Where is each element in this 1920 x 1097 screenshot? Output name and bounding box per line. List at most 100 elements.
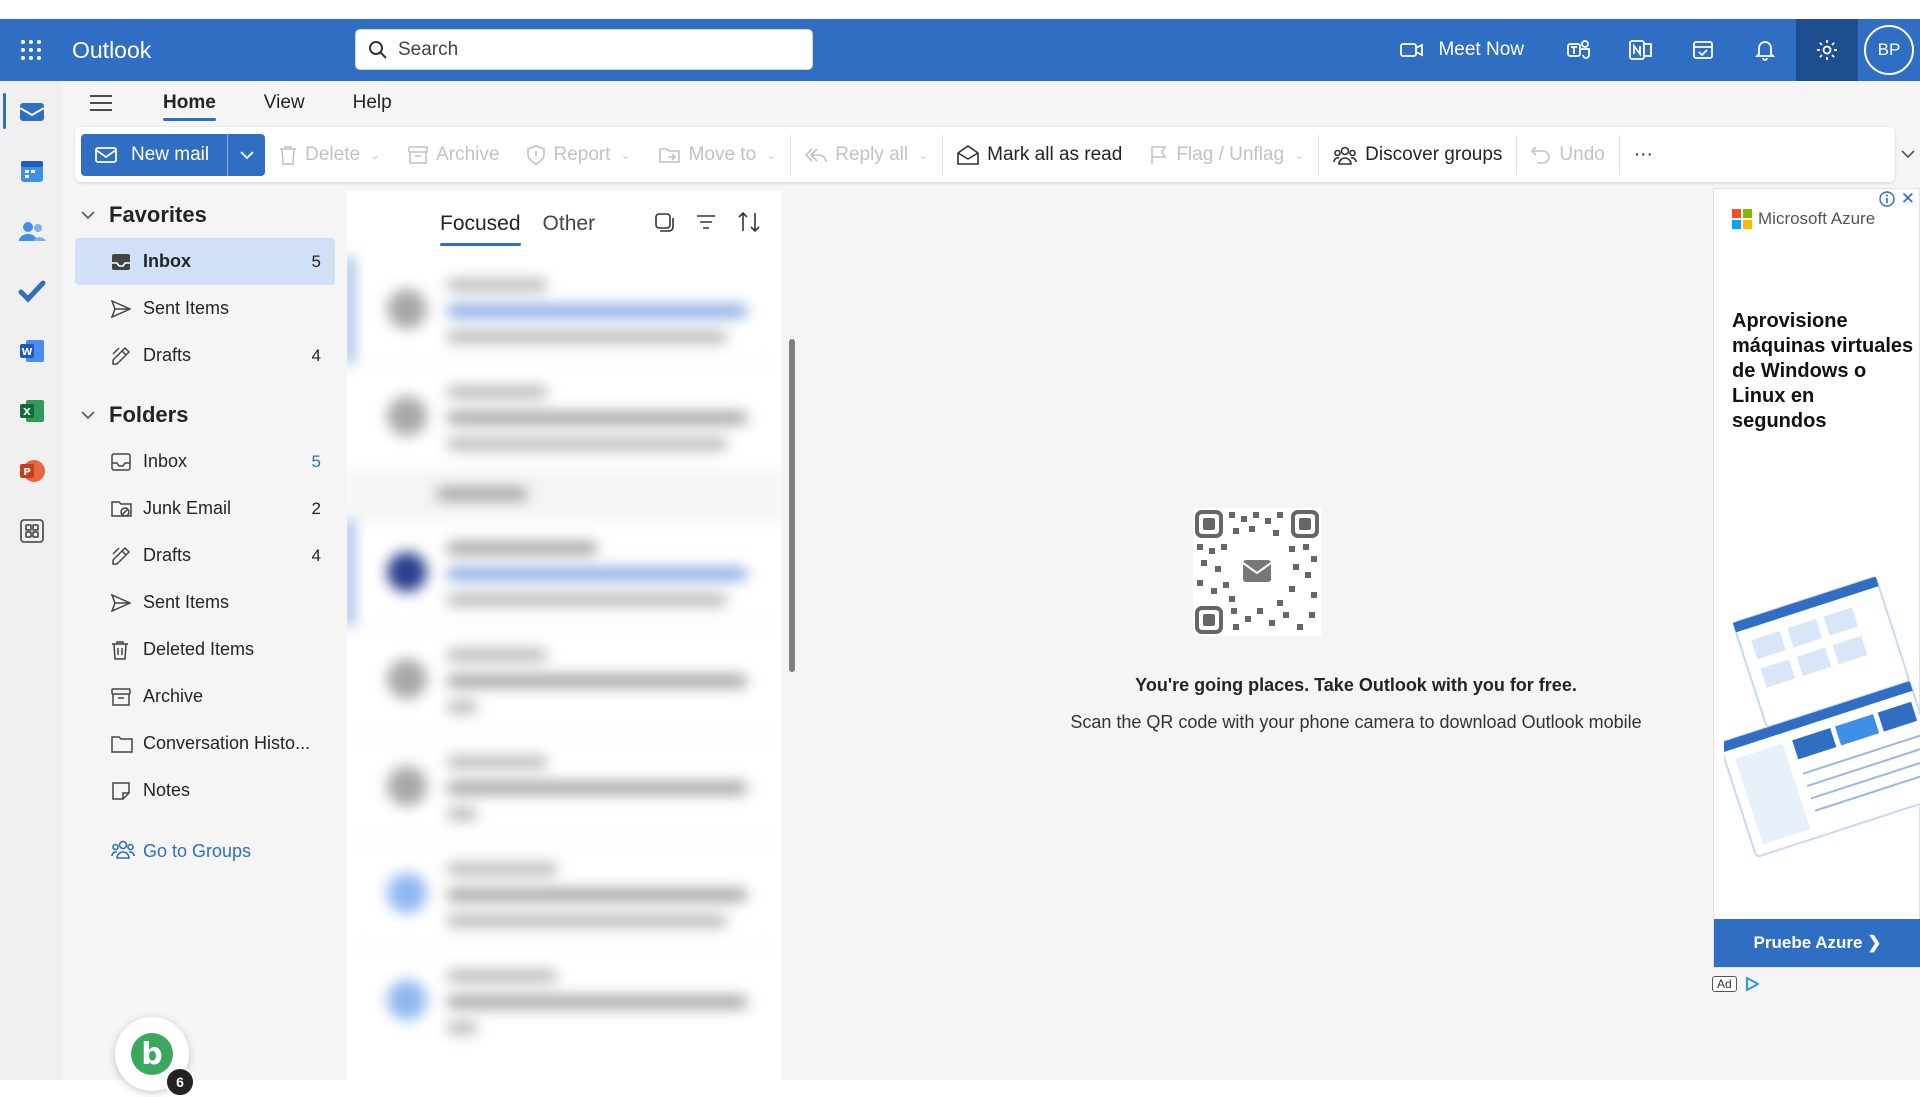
folder-item-sent-items[interactable]: Sent Items: [75, 579, 335, 626]
new-mail-button[interactable]: New mail: [81, 133, 228, 176]
notifications-button[interactable]: [1734, 19, 1796, 81]
sender-avatar: [387, 552, 427, 592]
folder-item-archive[interactable]: Archive: [75, 673, 335, 720]
people-app-icon: [18, 222, 46, 241]
list-item[interactable]: [347, 841, 781, 947]
item-count: 4: [311, 545, 321, 565]
search-icon: [369, 40, 387, 59]
drafts-icon: [112, 546, 131, 565]
select-mode-icon[interactable]: [653, 211, 675, 233]
chevron-down-icon: [1901, 150, 1915, 159]
chevron-down-icon: ⌄: [766, 147, 777, 162]
favorites-header[interactable]: Favorites: [75, 191, 335, 238]
go-to-groups-link[interactable]: Go to Groups: [75, 828, 335, 875]
teams-button[interactable]: [1548, 19, 1610, 81]
my-day-button[interactable]: [1672, 19, 1734, 81]
onenote-button[interactable]: [1610, 19, 1672, 81]
favorites-item-label: Sent Items: [143, 298, 230, 318]
qr-code-image: [1193, 508, 1321, 636]
rail-more-apps[interactable]: [0, 501, 63, 561]
list-item[interactable]: [347, 520, 781, 626]
folder-item-label: Archive: [143, 686, 204, 706]
list-item[interactable]: [347, 734, 781, 840]
list-item[interactable]: [347, 257, 781, 363]
more-actions-button[interactable]: ···: [1620, 134, 1667, 176]
delete-label: Delete: [305, 143, 361, 165]
folder-item-notes[interactable]: Notes: [75, 767, 335, 814]
folder-item-drafts[interactable]: Drafts 4: [75, 532, 335, 579]
settings-button[interactable]: [1796, 19, 1858, 81]
svg-text:W: W: [21, 347, 32, 358]
notes-icon: [112, 781, 130, 800]
app-title[interactable]: Outlook: [72, 37, 355, 64]
delete-button[interactable]: Delete ⌄: [265, 134, 394, 176]
folder-item-deleted-items[interactable]: Deleted Items: [75, 626, 335, 673]
folder-item-inbox[interactable]: Inbox 5: [75, 438, 335, 485]
tab-home[interactable]: Home: [139, 81, 240, 125]
sender-avatar: [387, 980, 427, 1020]
go-to-groups-label: Go to Groups: [143, 841, 252, 861]
favorites-item-inbox[interactable]: Inbox 5: [75, 238, 335, 285]
search-box[interactable]: [355, 29, 813, 70]
unread-count: 5: [311, 451, 321, 471]
list-item[interactable]: [347, 948, 781, 1054]
archive-button[interactable]: Archive: [394, 134, 513, 176]
mark-all-read-button[interactable]: Mark all as read: [943, 134, 1136, 176]
archive-icon: [111, 687, 131, 706]
ribbon-collapse-button[interactable]: [1901, 145, 1915, 163]
chevron-down-icon: [81, 410, 95, 419]
folder-item-label: Conversation Histo...: [143, 733, 311, 753]
rail-calendar[interactable]: [0, 141, 63, 201]
search-input[interactable]: [398, 38, 798, 61]
nav-toggle-button[interactable]: [63, 81, 139, 125]
ribbon-tabs: Home View Help: [63, 81, 416, 125]
report-button[interactable]: Report ⌄: [513, 134, 644, 176]
flag-unflag-button[interactable]: Flag / Unflag ⌄: [1136, 134, 1318, 176]
svg-text:b: b: [141, 1037, 162, 1072]
rail-word[interactable]: W: [0, 321, 63, 381]
app-launcher-button[interactable]: [0, 19, 62, 81]
tab-view[interactable]: View: [240, 81, 329, 125]
gear-icon: [1817, 40, 1837, 60]
sort-icon[interactable]: [737, 211, 761, 233]
reply-all-label: Reply all: [835, 143, 909, 165]
favorites-item-sent-items[interactable]: Sent Items: [75, 285, 335, 332]
trash-icon: [112, 640, 128, 660]
meet-now-button[interactable]: Meet Now: [1376, 19, 1548, 81]
list-item[interactable]: [347, 627, 781, 733]
message-list-scrollbar[interactable]: [789, 339, 795, 672]
tab-other[interactable]: Other: [543, 212, 596, 236]
filter-icon[interactable]: [695, 211, 717, 233]
sender-avatar: [387, 396, 427, 436]
new-mail-dropdown[interactable]: [227, 133, 266, 176]
flag-icon: [1151, 145, 1167, 164]
move-to-button[interactable]: Move to ⌄: [645, 134, 791, 176]
folder-item-label: Drafts: [143, 545, 192, 565]
reply-all-button[interactable]: Reply all ⌄: [791, 134, 942, 176]
ad-cta-button[interactable]: Pruebe Azure ❯: [1714, 919, 1920, 967]
close-icon[interactable]: ✕: [1901, 189, 1915, 209]
ad-choices[interactable]: Ad: [1712, 976, 1759, 992]
account-button[interactable]: BP: [1858, 19, 1920, 81]
rail-powerpoint[interactable]: P: [0, 441, 63, 501]
inbox-icon: [112, 253, 130, 270]
rail-todo[interactable]: [0, 261, 63, 321]
ad-banner[interactable]: ✕ Microsoft Azure Aprovisione máquinas v…: [1713, 188, 1920, 968]
folder-item-junk-email[interactable]: Junk Email 2: [75, 485, 335, 532]
unread-count: 5: [311, 251, 321, 271]
new-mail-label: New mail: [131, 143, 210, 165]
rail-mail[interactable]: [0, 81, 63, 141]
flag-unflag-label: Flag / Unflag: [1176, 143, 1285, 165]
rail-excel[interactable]: X: [0, 381, 63, 441]
favorites-item-drafts[interactable]: Drafts 4: [75, 332, 335, 379]
tab-focused[interactable]: Focused: [440, 212, 521, 246]
list-item[interactable]: [347, 364, 781, 470]
tab-help[interactable]: Help: [329, 81, 416, 125]
discover-groups-button[interactable]: Discover groups: [1319, 134, 1516, 176]
ribbon-toolbar: New mail Delete ⌄ Archive Report ⌄ Move to…: [75, 127, 1915, 182]
undo-button[interactable]: Undo: [1517, 134, 1618, 176]
folder-item-conversation-history[interactable]: Conversation Histo...: [75, 720, 335, 767]
rail-people[interactable]: [0, 201, 63, 261]
info-icon[interactable]: [1879, 191, 1895, 207]
folders-header[interactable]: Folders: [75, 391, 335, 438]
